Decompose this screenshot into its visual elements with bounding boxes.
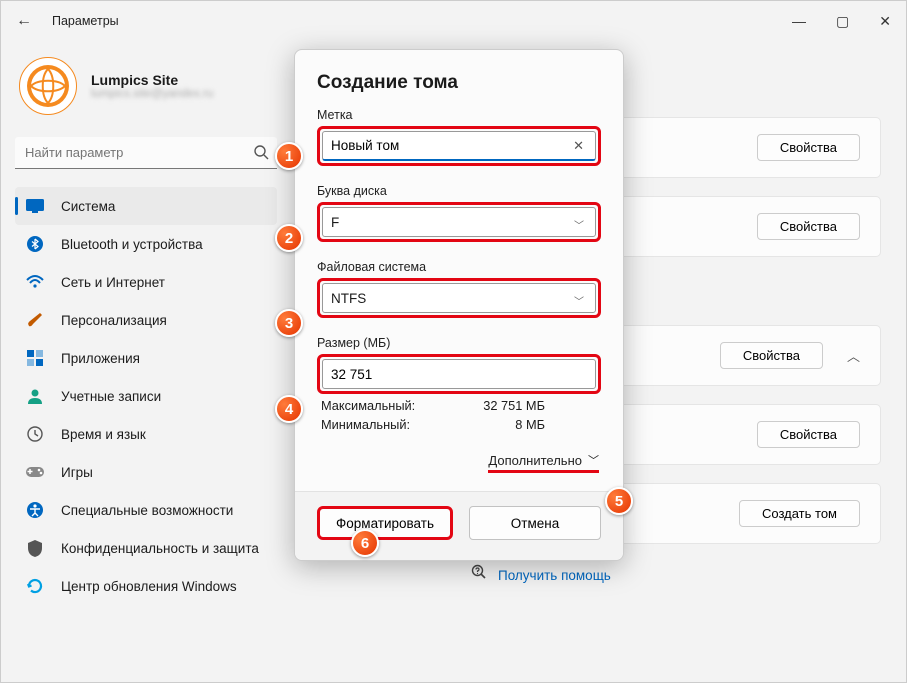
- nav-label: Центр обновления Windows: [61, 579, 237, 594]
- annotation-badge-4: 4: [275, 395, 303, 423]
- properties-button[interactable]: Свойства: [757, 213, 860, 240]
- format-button[interactable]: Форматировать: [317, 506, 453, 540]
- close-icon[interactable]: ✕: [879, 13, 891, 30]
- sidebar-item-games[interactable]: Игры: [15, 453, 277, 491]
- sidebar-item-accessibility[interactable]: Специальные возможности: [15, 491, 277, 529]
- create-volume-button[interactable]: Создать том: [739, 500, 860, 527]
- sidebar-item-bluetooth[interactable]: Bluetooth и устройства: [15, 225, 277, 263]
- size-info: Максимальный: 32 751 МБ Минимальный: 8 МБ: [317, 394, 601, 432]
- annotation-badge-6: 6: [351, 529, 379, 557]
- window-controls: — ▢ ✕: [792, 13, 891, 30]
- nav-label: Учетные записи: [61, 389, 161, 404]
- accounts-icon: [25, 386, 45, 406]
- size-max-value: 32 751 МБ: [465, 398, 545, 413]
- brush-icon: [25, 310, 45, 330]
- volume-label-input[interactable]: [322, 131, 596, 161]
- nav-label: Приложения: [61, 351, 140, 366]
- label-caption: Метка: [317, 108, 601, 122]
- size-min-label: Минимальный:: [321, 417, 441, 432]
- drive-letter-caption: Буква диска: [317, 184, 601, 198]
- update-icon: [25, 576, 45, 596]
- nav-label: Специальные возможности: [61, 503, 233, 518]
- field-size: Размер (МБ) Максимальный: 32 751 МБ Миним…: [317, 336, 601, 432]
- chevron-down-icon: ﹀: [588, 452, 599, 468]
- advanced-toggle[interactable]: Дополнительно ﹀: [488, 452, 599, 473]
- sidebar-item-accounts[interactable]: Учетные записи: [15, 377, 277, 415]
- nav-label: Время и язык: [61, 427, 146, 442]
- accessibility-icon: [25, 500, 45, 520]
- system-icon: [25, 196, 45, 216]
- shield-icon: [25, 538, 45, 558]
- advanced-label: Дополнительно: [488, 453, 582, 468]
- sidebar-item-apps[interactable]: Приложения: [15, 339, 277, 377]
- search-input[interactable]: [15, 137, 277, 169]
- drive-letter-select[interactable]: F: [322, 207, 596, 237]
- minimize-icon[interactable]: —: [792, 13, 806, 30]
- properties-button[interactable]: Свойства: [757, 134, 860, 161]
- window-title: Параметры: [52, 14, 119, 28]
- sidebar-item-windows-update[interactable]: Центр обновления Windows: [15, 567, 277, 605]
- wifi-icon: [25, 272, 45, 292]
- sidebar: Lumpics Site lumpics.site@yandex.ru Сист…: [1, 51, 291, 682]
- properties-button[interactable]: Свойства: [720, 342, 823, 369]
- maximize-icon[interactable]: ▢: [836, 13, 849, 30]
- user-profile[interactable]: Lumpics Site lumpics.site@yandex.ru: [15, 51, 277, 133]
- nav-label: Сеть и Интернет: [61, 275, 165, 290]
- sidebar-item-network[interactable]: Сеть и Интернет: [15, 263, 277, 301]
- field-label: Метка ✕: [317, 108, 601, 166]
- sidebar-item-personalization[interactable]: Персонализация: [15, 301, 277, 339]
- nav-list: Система Bluetooth и устройства Сеть и Ин…: [15, 187, 277, 605]
- search-icon[interactable]: [253, 144, 269, 164]
- cancel-button[interactable]: Отмена: [469, 506, 601, 540]
- help-link-label: Получить помощь: [498, 568, 611, 583]
- titlebar: ← Параметры — ▢ ✕: [1, 1, 906, 41]
- clear-icon[interactable]: ✕: [573, 138, 584, 154]
- nav-label: Персонализация: [61, 313, 167, 328]
- filesystem-caption: Файловая система: [317, 260, 601, 274]
- clock-icon: [25, 424, 45, 444]
- annotation-badge-2: 2: [275, 224, 303, 252]
- bluetooth-icon: [25, 234, 45, 254]
- size-caption: Размер (МБ): [317, 336, 601, 350]
- nav-label: Система: [61, 199, 115, 214]
- games-icon: [25, 462, 45, 482]
- help-icon: [471, 564, 488, 586]
- profile-email: lumpics.site@yandex.ru: [91, 88, 213, 100]
- apps-icon: [25, 348, 45, 368]
- nav-label: Bluetooth и устройства: [61, 237, 203, 252]
- profile-name: Lumpics Site: [91, 72, 213, 88]
- filesystem-select[interactable]: NTFS: [322, 283, 596, 313]
- sidebar-item-time-language[interactable]: Время и язык: [15, 415, 277, 453]
- search-box: [15, 137, 277, 169]
- nav-label: Игры: [61, 465, 93, 480]
- nav-label: Конфиденциальность и защита: [61, 541, 259, 556]
- dialog-title: Создание тома: [317, 72, 601, 94]
- avatar: [19, 57, 77, 115]
- dialog-footer: Форматировать Отмена: [295, 491, 623, 560]
- chevron-up-icon[interactable]: ︿: [847, 346, 860, 365]
- sidebar-item-privacy[interactable]: Конфиденциальность и защита: [15, 529, 277, 567]
- size-max-label: Максимальный:: [321, 398, 441, 413]
- annotation-badge-1: 1: [275, 142, 303, 170]
- size-min-value: 8 МБ: [465, 417, 545, 432]
- annotation-badge-3: 3: [275, 309, 303, 337]
- annotation-badge-5: 5: [605, 487, 633, 515]
- help-link[interactable]: Получить помощь: [321, 564, 881, 586]
- sidebar-item-system[interactable]: Система: [15, 187, 277, 225]
- settings-window: ← Параметры — ▢ ✕ Lumpics Site: [0, 0, 907, 683]
- back-arrow-icon[interactable]: ←: [16, 12, 32, 30]
- field-filesystem: Файловая система NTFS ﹀: [317, 260, 601, 318]
- field-drive-letter: Буква диска F ﹀: [317, 184, 601, 242]
- properties-button[interactable]: Свойства: [757, 421, 860, 448]
- size-input[interactable]: [322, 359, 596, 389]
- create-volume-dialog: Создание тома Метка ✕ Буква диска F ﹀ Фа…: [294, 49, 624, 561]
